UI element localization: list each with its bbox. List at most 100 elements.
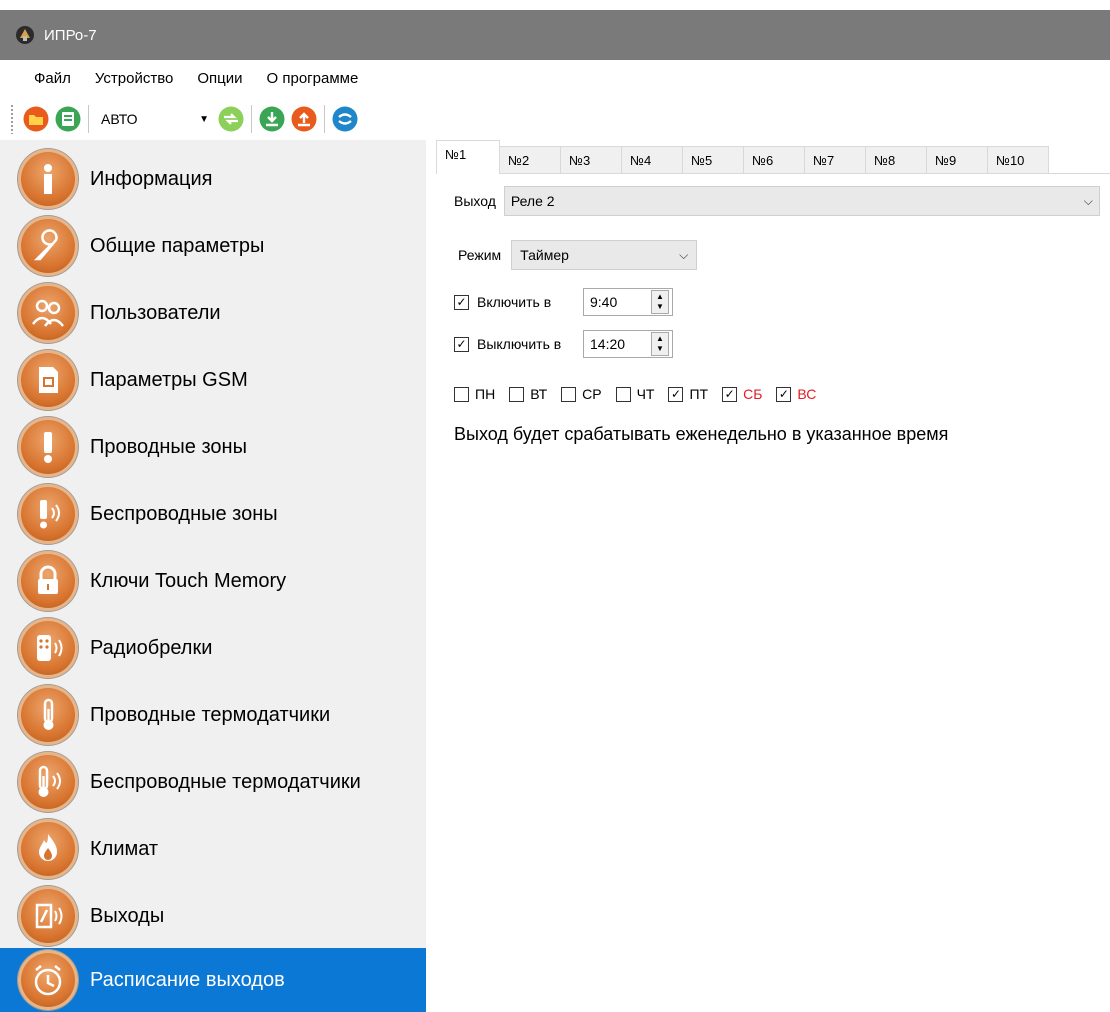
sidebar-item-label: Беспроводные зоны — [90, 502, 278, 525]
time-spinner[interactable]: ▲ ▼ — [651, 290, 669, 314]
tab-6[interactable]: №6 — [743, 146, 805, 174]
sidebar-item-touch-memory-keys[interactable]: Ключи Touch Memory — [0, 548, 426, 614]
day-fri[interactable]: ✓ ПТ — [668, 386, 708, 402]
chevron-down-icon: ▼ — [199, 113, 209, 125]
weekdays-row: ПН ВТ СР ЧТ ✓ ПТ ✓ СБ ✓ ВС — [454, 386, 830, 402]
chevron-down-icon: ⌵ — [1083, 193, 1093, 208]
day-checkbox[interactable] — [454, 386, 469, 402]
sidebar-item-wireless-thermo[interactable]: Беспроводные термодатчики — [0, 749, 426, 815]
sidebar-item-radio-fobs[interactable]: Радиобрелки — [0, 615, 426, 681]
menu-about[interactable]: О программе — [255, 70, 371, 87]
tab-10[interactable]: №10 — [987, 146, 1049, 174]
sidebar-item-label: Беспроводные термодатчики — [90, 770, 361, 793]
sidebar-item-users[interactable]: Пользователи — [0, 280, 426, 346]
tab-1[interactable]: №1 — [436, 140, 500, 174]
info-icon — [18, 149, 78, 209]
day-label: СБ — [743, 386, 763, 402]
tab-5[interactable]: №5 — [682, 146, 744, 174]
download-icon — [259, 106, 285, 132]
toolbar-separator — [324, 105, 325, 133]
tab-8[interactable]: №8 — [865, 146, 927, 174]
day-label: ВТ — [530, 386, 548, 402]
day-sun[interactable]: ✓ ВС — [776, 386, 816, 402]
tab-2[interactable]: №2 — [499, 146, 561, 174]
connect-button[interactable] — [332, 106, 358, 132]
lock-icon — [18, 551, 78, 611]
turn-on-checkbox[interactable]: ✓ — [454, 294, 469, 310]
sync-button[interactable] — [218, 106, 244, 132]
output-select-value: Реле 2 — [510, 193, 555, 209]
sidebar-item-label: Общие параметры — [90, 234, 265, 257]
day-tue[interactable]: ВТ — [509, 386, 547, 402]
download-button[interactable] — [259, 106, 285, 132]
sidebar-item-output-schedule[interactable]: Расписание выходов — [0, 948, 426, 1012]
time-spinner[interactable]: ▲ ▼ — [651, 332, 669, 356]
day-thu[interactable]: ЧТ — [615, 386, 655, 402]
turn-off-row: ✓ Выключить в 14:20 ▲ ▼ — [454, 330, 673, 358]
relay-icon — [18, 886, 78, 946]
tab-9[interactable]: №9 — [926, 146, 988, 174]
sync-arrows-icon — [218, 106, 244, 132]
top-strip — [0, 0, 1110, 10]
sidebar-item-wireless-zones[interactable]: Беспроводные зоны — [0, 481, 426, 547]
tab-4[interactable]: №4 — [621, 146, 683, 174]
menu-file[interactable]: Файл — [0, 70, 83, 87]
wrench-icon — [18, 216, 78, 276]
day-wed[interactable]: СР — [561, 386, 602, 402]
output-select[interactable]: Реле 2 ⌵ — [503, 186, 1100, 216]
day-checkbox[interactable] — [509, 386, 525, 402]
day-label: СР — [582, 386, 602, 402]
sidebar-item-information[interactable]: Информация — [0, 146, 426, 212]
app-icon — [16, 26, 34, 44]
sim-card-icon — [18, 350, 78, 410]
toolbar-grip[interactable] — [10, 104, 14, 134]
mode-select-value: Таймер — [520, 247, 569, 263]
chevron-down-icon: ⌵ — [679, 247, 689, 262]
folder-icon — [23, 106, 49, 132]
menu-device[interactable]: Устройство — [83, 70, 185, 87]
day-mon[interactable]: ПН — [454, 386, 495, 402]
toolbar: АВТО ▼ — [0, 98, 1110, 140]
day-checkbox[interactable] — [615, 386, 631, 402]
upload-button[interactable] — [291, 106, 317, 132]
output-label: Выход — [454, 193, 496, 209]
sidebar-item-label: Ключи Touch Memory — [90, 569, 287, 592]
remote-fob-icon — [18, 618, 78, 678]
day-label: ЧТ — [636, 386, 655, 402]
day-checkbox[interactable] — [561, 386, 577, 402]
menu-options[interactable]: Опции — [185, 70, 254, 87]
users-icon — [18, 283, 78, 343]
thermometer-icon — [18, 685, 78, 745]
tabs-divider — [436, 173, 1110, 174]
sidebar-item-climate[interactable]: Климат — [0, 816, 426, 882]
sidebar-item-wired-zones[interactable]: Проводные зоны — [0, 414, 426, 480]
tab-7[interactable]: №7 — [804, 146, 866, 174]
schedule-tabs: №1 №2 №3 №4 №5 №6 №7 №8 №9 №10 — [436, 140, 1049, 174]
save-icon — [55, 106, 81, 132]
sidebar-item-general-params[interactable]: Общие параметры — [0, 213, 426, 279]
sidebar-item-outputs[interactable]: Выходы — [0, 883, 426, 949]
day-checkbox[interactable]: ✓ — [722, 386, 738, 402]
sidebar-item-label: Проводные термодатчики — [90, 703, 331, 726]
save-button[interactable] — [55, 106, 81, 132]
mode-select[interactable]: Таймер ⌵ — [511, 240, 698, 270]
exclamation-icon — [18, 417, 78, 477]
sidebar-item-wired-thermo[interactable]: Проводные термодатчики — [0, 682, 426, 748]
turn-off-checkbox[interactable]: ✓ — [454, 336, 469, 352]
sidebar-item-label: Информация — [90, 167, 213, 190]
wireless-exclamation-icon — [18, 484, 78, 544]
day-checkbox[interactable]: ✓ — [668, 386, 684, 402]
day-checkbox[interactable]: ✓ — [776, 386, 792, 402]
open-folder-button[interactable] — [23, 106, 49, 132]
mode-combo[interactable]: АВТО ▼ — [95, 107, 213, 131]
tab-3[interactable]: №3 — [560, 146, 622, 174]
sidebar-item-gsm-params[interactable]: Параметры GSM — [0, 347, 426, 413]
sidebar-item-label: Выходы — [90, 904, 165, 927]
title-bar: ИПРо-7 — [0, 10, 1110, 60]
connection-icon — [332, 106, 358, 132]
turn-off-time-field[interactable]: 14:20 ▲ ▼ — [583, 330, 673, 358]
day-label: ПН — [475, 386, 496, 402]
day-sat[interactable]: ✓ СБ — [722, 386, 762, 402]
mode-row: Режим Таймер ⌵ — [458, 240, 698, 270]
turn-on-time-field[interactable]: 9:40 ▲ ▼ — [583, 288, 673, 316]
